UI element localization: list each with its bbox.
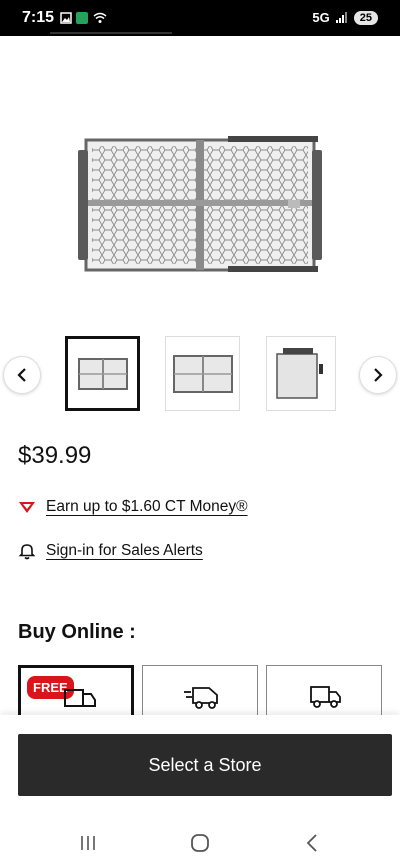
sales-alerts-link[interactable]: Sign-in for Sales Alerts — [18, 542, 203, 560]
chevron-left-icon — [17, 368, 26, 382]
system-nav-bar — [0, 820, 400, 867]
carousel-next-button[interactable] — [359, 356, 397, 394]
back-icon — [306, 834, 317, 852]
app-notification-icon — [76, 12, 88, 24]
chevron-right-icon — [374, 368, 383, 382]
delivery-truck-icon — [64, 689, 96, 707]
thumbnail-3[interactable] — [266, 336, 336, 411]
header-divider — [50, 32, 172, 34]
select-store-button[interactable]: Select a Store — [18, 734, 392, 796]
signal-icon — [335, 12, 347, 23]
recent-apps-icon — [81, 836, 95, 850]
home-button[interactable] — [180, 828, 220, 858]
battery-indicator: 25 — [353, 10, 378, 25]
buy-online-heading: Buy Online : — [18, 621, 136, 643]
sales-alerts-text[interactable]: Sign-in for Sales Alerts — [46, 542, 203, 560]
truck-icon — [310, 686, 341, 708]
thumbnail-gate-angle-image — [172, 354, 233, 393]
status-time: 7:15 — [22, 9, 55, 26]
ct-money-link[interactable]: Earn up to $1.60 CT Money® — [18, 498, 248, 516]
thumbnail-1[interactable] — [65, 336, 140, 411]
ct-money-text[interactable]: Earn up to $1.60 CT Money® — [46, 498, 248, 516]
bell-icon — [18, 544, 36, 560]
home-icon — [191, 834, 209, 852]
thumbnail-2[interactable] — [165, 336, 240, 411]
recent-apps-button[interactable] — [68, 828, 108, 858]
network-type: 5G — [312, 10, 330, 25]
carousel-prev-button[interactable] — [3, 356, 41, 394]
thumbnail-gate-front-image — [77, 357, 128, 390]
back-button[interactable] — [292, 828, 332, 858]
thumbnail-gate-detail-image — [276, 347, 323, 399]
gallery-icon — [60, 12, 72, 24]
wifi-icon — [93, 12, 107, 23]
status-bar: 7:15 5G 25 — [0, 0, 400, 36]
ct-triangle-logo-icon — [19, 502, 35, 513]
product-price: $39.99 — [18, 442, 92, 469]
product-image[interactable] — [78, 130, 322, 280]
fast-delivery-van-icon — [184, 687, 218, 709]
